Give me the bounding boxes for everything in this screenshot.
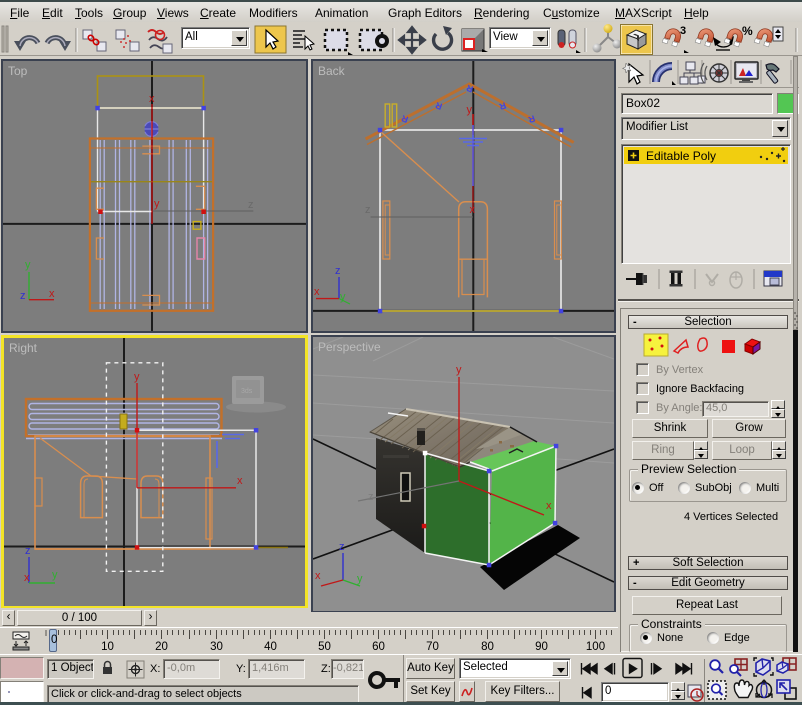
svg-text:Top: Top [8,64,28,78]
svg-text:z: z [339,541,345,553]
svg-text:90: 90 [535,641,548,653]
svg-text:Back: Back [318,64,346,78]
svg-text:%: % [742,24,753,38]
svg-text:x: x [315,570,321,582]
svg-text:40: 40 [264,641,277,653]
svg-text:3ds: 3ds [241,388,253,395]
svg-text:30: 30 [210,641,223,653]
svg-text:z: z [365,204,371,216]
svg-text:y: y [456,364,462,376]
svg-text:z: z [335,265,341,277]
svg-text:y: y [357,573,363,585]
svg-text:y: y [52,569,58,581]
svg-text:70: 70 [426,641,439,653]
svg-text:100: 100 [586,641,605,653]
svg-text:x: x [49,288,55,300]
svg-text:10: 10 [101,641,114,653]
svg-text:50: 50 [318,641,331,653]
svg-text:x: x [237,475,243,487]
svg-text:z: z [248,199,254,211]
svg-text:20: 20 [155,641,168,653]
svg-text:80: 80 [481,641,494,653]
svg-text:y: y [154,198,160,210]
svg-text:z: z [20,290,26,302]
svg-text:60: 60 [372,641,385,653]
svg-text:Editable Poly: Editable Poly [646,149,716,163]
svg-text:z: z [25,545,31,557]
svg-text:x: x [24,572,30,584]
svg-text:y: y [134,371,140,383]
svg-text:x: x [314,286,320,298]
svg-text:x: x [546,500,552,512]
svg-text:Right: Right [9,341,38,355]
svg-text:Perspective: Perspective [318,340,381,354]
svg-text:y: y [25,259,31,271]
svg-text:3: 3 [680,25,686,37]
svg-text:x: x [149,93,155,105]
svg-text:x: x [470,204,476,216]
svg-text:z: z [368,491,374,503]
svg-text:y: y [467,104,473,116]
